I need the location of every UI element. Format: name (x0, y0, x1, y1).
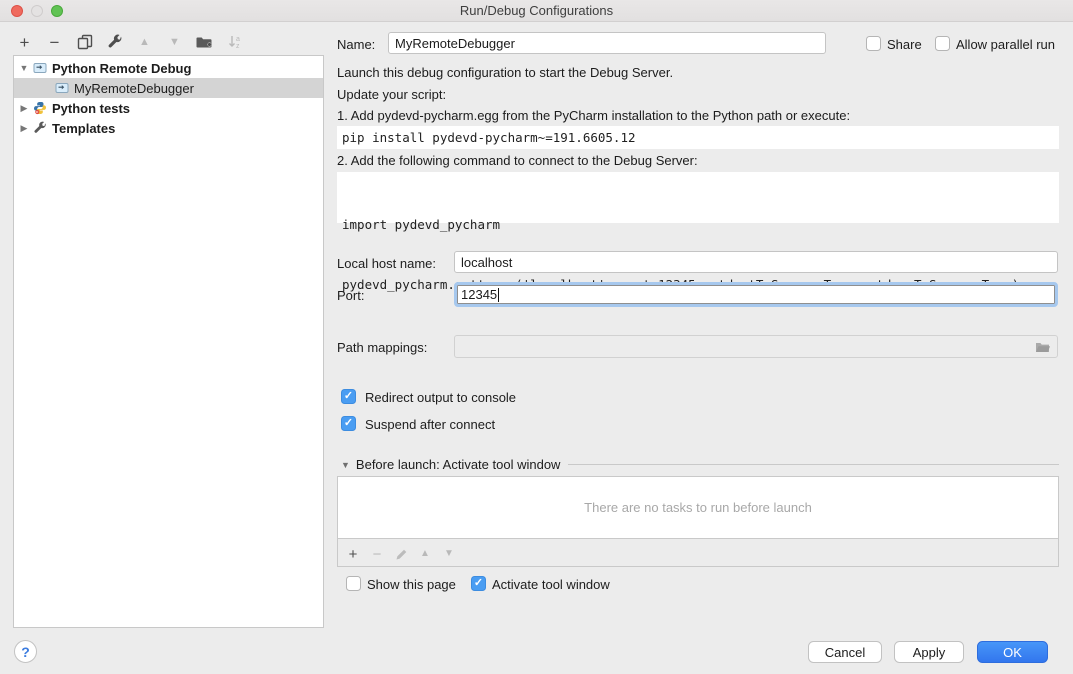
path-mappings-label: Path mappings: (337, 340, 427, 355)
run-configuration-icon (33, 61, 47, 75)
suspend-after-connect-checkbox[interactable]: ✓ (341, 416, 356, 431)
edit-templates-wrench-icon[interactable] (104, 32, 125, 53)
expand-arrow-icon[interactable]: ▶ (19, 103, 29, 114)
step2-text: 2. Add the following command to connect … (337, 153, 698, 168)
move-task-down-icon[interactable]: ▼ (441, 545, 457, 563)
step1-text: 1. Add pydevd-pycharm.egg from the PyCha… (337, 108, 850, 123)
apply-button[interactable]: Apply (894, 641, 964, 663)
add-configuration-button[interactable]: + (14, 32, 35, 53)
before-launch-panel: There are no tasks to run before launch … (337, 476, 1059, 567)
show-this-page-checkbox[interactable] (346, 576, 361, 591)
add-task-button[interactable]: + (345, 545, 361, 563)
tree-item-python-tests[interactable]: ▶ Python tests (14, 98, 323, 118)
remove-configuration-button[interactable]: − (44, 32, 65, 53)
run-configuration-icon (55, 81, 69, 95)
share-checkbox[interactable] (866, 36, 881, 51)
remove-task-button[interactable]: − (369, 545, 385, 563)
local-host-name-label: Local host name: (337, 256, 436, 271)
expand-arrow-icon[interactable]: ▶ (19, 123, 29, 134)
pip-install-code: pip install pydevd-pycharm~=191.6605.12 (337, 126, 1059, 149)
share-label: Share (887, 37, 922, 52)
tree-item-myremotedebugger[interactable]: MyRemoteDebugger (14, 78, 323, 98)
titlebar: Run/Debug Configurations (0, 0, 1073, 22)
configurations-toolbar: + − ▲ ▼ az (14, 30, 245, 54)
browse-folder-icon[interactable] (1035, 340, 1051, 357)
move-task-up-icon[interactable]: ▲ (417, 545, 433, 563)
redirect-output-checkbox[interactable]: ✓ (341, 389, 356, 404)
before-launch-toolbar: + − ▲ ▼ (345, 541, 457, 567)
run-debug-configurations-dialog: Run/Debug Configurations + − ▲ ▼ az ▼ Py… (0, 0, 1073, 674)
window-title: Run/Debug Configurations (0, 3, 1073, 18)
settrace-code-line1: import pydevd_pycharm (342, 215, 1059, 235)
allow-parallel-run-label: Allow parallel run (956, 37, 1055, 52)
sort-configurations-icon[interactable]: az (224, 32, 245, 53)
before-launch-title: Before launch: Activate tool window (356, 457, 561, 472)
tree-item-label: Templates (52, 121, 115, 136)
configurations-tree: ▼ Python Remote Debug MyRemoteDebugger ▶… (13, 55, 324, 628)
update-script-text: Update your script: (337, 87, 446, 102)
ok-button[interactable]: OK (977, 641, 1048, 663)
suspend-after-connect-label: Suspend after connect (365, 417, 495, 432)
local-host-name-input[interactable]: localhost (454, 251, 1058, 273)
svg-text:z: z (236, 43, 240, 50)
tree-item-label: Python tests (52, 101, 130, 116)
path-mappings-input[interactable] (454, 335, 1058, 358)
tree-item-label: Python Remote Debug (52, 61, 191, 76)
intro-text: Launch this debug configuration to start… (337, 65, 673, 80)
help-button[interactable]: ? (14, 640, 37, 663)
copy-configuration-icon[interactable] (74, 32, 95, 53)
port-input[interactable]: 12345 (454, 282, 1058, 307)
text-caret (498, 288, 499, 302)
show-this-page-label: Show this page (367, 577, 456, 592)
edit-task-icon[interactable] (393, 545, 409, 563)
svg-text:a: a (236, 36, 240, 43)
move-up-icon[interactable]: ▲ (134, 32, 155, 53)
wrench-icon (33, 121, 47, 135)
empty-task-list-text: There are no tasks to run before launch (584, 500, 812, 515)
tree-item-label: MyRemoteDebugger (74, 81, 194, 96)
name-label: Name: (337, 37, 375, 52)
tree-item-templates[interactable]: ▶ Templates (14, 118, 323, 138)
activate-tool-window-checkbox[interactable]: ✓ (471, 576, 486, 591)
new-folder-icon[interactable] (194, 32, 215, 53)
name-input[interactable]: MyRemoteDebugger (388, 32, 826, 54)
settrace-code: import pydevd_pycharm pydevd_pycharm.set… (337, 172, 1059, 223)
cancel-button[interactable]: Cancel (808, 641, 882, 663)
section-rule (568, 464, 1059, 465)
tree-item-python-remote-debug[interactable]: ▼ Python Remote Debug (14, 58, 323, 78)
allow-parallel-run-checkbox[interactable] (935, 36, 950, 51)
activate-tool-window-label: Activate tool window (492, 577, 610, 592)
port-label: Port: (337, 288, 364, 303)
collapse-section-icon[interactable]: ▼ (341, 460, 350, 470)
redirect-output-label: Redirect output to console (365, 390, 516, 405)
before-launch-header[interactable]: ▼ Before launch: Activate tool window (341, 457, 1059, 472)
move-down-icon[interactable]: ▼ (164, 32, 185, 53)
collapse-arrow-icon[interactable]: ▼ (19, 63, 29, 73)
before-launch-task-list[interactable]: There are no tasks to run before launch (338, 477, 1058, 539)
python-icon (33, 101, 47, 115)
